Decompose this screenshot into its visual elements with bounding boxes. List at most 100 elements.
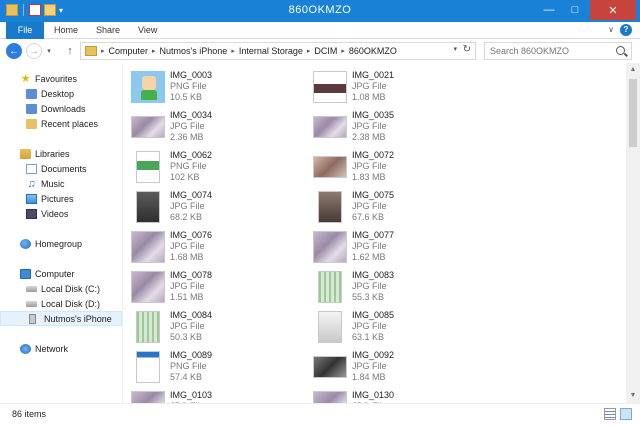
file-tile[interactable]: IMG_0083 JPG File 55.3 KB <box>306 267 486 305</box>
recent-locations-icon[interactable]: ▾ <box>44 43 54 59</box>
file-tile[interactable]: IMG_0074 JPG File 68.2 KB <box>124 187 304 225</box>
file-name: IMG_0062 <box>170 150 213 160</box>
file-tile[interactable]: IMG_0103 JPG File <box>124 387 304 403</box>
close-button[interactable]: ✕ <box>590 0 636 20</box>
nav-label: Homegroup <box>35 238 83 249</box>
file-tile[interactable]: IMG_0021 JPG File 1.08 MB <box>306 67 486 105</box>
file-type: JPG File <box>170 241 205 251</box>
minimize-button[interactable]: — <box>536 0 562 20</box>
nav-local-disk-d[interactable]: Local Disk (D:) <box>0 296 122 311</box>
maximize-button[interactable]: □ <box>562 0 588 20</box>
file-size: 1.62 MB <box>352 252 386 262</box>
file-thumbnail <box>136 191 160 223</box>
tab-file[interactable]: File <box>6 22 44 39</box>
nav-videos[interactable]: Videos <box>0 206 122 221</box>
up-button[interactable]: ↑ <box>62 43 78 59</box>
file-thumbnail <box>136 151 160 183</box>
chevron-right-icon[interactable]: ▸ <box>152 47 156 55</box>
nav-computer[interactable]: Computer <box>0 266 122 281</box>
refresh-icon[interactable]: ↻ <box>463 44 471 55</box>
file-tile[interactable]: IMG_0077 JPG File 1.62 MB <box>306 227 486 265</box>
file-tile[interactable]: IMG_0085 JPG File 63.1 KB <box>306 307 486 345</box>
nav-label: Videos <box>41 208 69 219</box>
file-type: JPG File <box>352 281 387 291</box>
nav-documents[interactable]: Documents <box>0 161 122 176</box>
nav-network[interactable]: Network <box>0 341 122 356</box>
file-tile[interactable]: IMG_0035 JPG File 2.38 MB <box>306 107 486 145</box>
file-tile[interactable]: IMG_0062 PNG File 102 KB <box>124 147 304 185</box>
file-tile[interactable]: IMG_0076 JPG File 1.68 MB <box>124 227 304 265</box>
search-icon[interactable] <box>616 46 625 55</box>
status-bar: 86 items <box>0 403 640 426</box>
item-count: 86 items <box>12 409 47 419</box>
tab-share[interactable]: Share <box>96 22 120 39</box>
nav-music[interactable]: ♫ Music <box>0 176 122 191</box>
file-name: IMG_0075 <box>352 190 395 200</box>
file-tile[interactable]: IMG_0072 JPG File 1.83 MB <box>306 147 486 185</box>
file-size: 1.84 MB <box>352 372 386 382</box>
forward-button[interactable]: → <box>26 43 42 59</box>
tab-view[interactable]: View <box>138 22 157 39</box>
search-box[interactable] <box>484 42 632 60</box>
file-tile[interactable]: IMG_0003 PNG File 10.5 KB <box>124 67 304 105</box>
chevron-right-icon[interactable]: ▸ <box>307 47 311 55</box>
nav-favourites[interactable]: ★ Favourites <box>0 71 122 86</box>
large-icons-view-icon[interactable] <box>620 408 632 420</box>
nav-local-disk-c[interactable]: Local Disk (C:) <box>0 281 122 296</box>
file-tile[interactable]: IMG_0084 JPG File 50.3 KB <box>124 307 304 345</box>
details-view-icon[interactable] <box>604 408 616 420</box>
nav-libraries[interactable]: Libraries <box>0 146 122 161</box>
scroll-down-icon[interactable]: ▼ <box>626 389 640 403</box>
address-bar[interactable]: ▸ Computer ▸ Nutmos's iPhone ▸ Internal … <box>80 42 476 60</box>
breadcrumb-internal-storage[interactable]: Internal Storage <box>239 46 303 56</box>
file-size: 2.38 MB <box>352 132 386 142</box>
file-name: IMG_0083 <box>352 270 395 280</box>
chevron-right-icon[interactable]: ▸ <box>231 47 235 55</box>
file-type: JPG File <box>352 361 387 371</box>
title-bar: ▾ 860OKMZO — □ ✕ <box>0 0 640 22</box>
file-tile[interactable]: IMG_0089 PNG File 57.4 KB <box>124 347 304 385</box>
file-tile[interactable]: IMG_0078 JPG File 1.51 MB <box>124 267 304 305</box>
file-name: IMG_0034 <box>170 110 213 120</box>
nav-label: Pictures <box>41 193 74 204</box>
tab-home[interactable]: Home <box>54 22 78 39</box>
chevron-right-icon[interactable]: ▸ <box>341 47 345 55</box>
breadcrumb-dcim[interactable]: DCIM <box>314 46 337 56</box>
chevron-right-icon[interactable]: ▸ <box>101 47 105 55</box>
file-thumbnail <box>318 191 342 223</box>
file-size: 68.2 KB <box>170 212 203 222</box>
file-tile[interactable]: IMG_0034 JPG File 2.36 MB <box>124 107 304 145</box>
file-name: IMG_0078 <box>170 270 213 280</box>
help-icon[interactable]: ? <box>620 24 632 36</box>
nav-label: Computer <box>35 268 75 279</box>
file-name: IMG_0076 <box>170 230 213 240</box>
file-type: PNG File <box>170 161 207 171</box>
search-input[interactable] <box>485 46 610 56</box>
breadcrumb-iphone[interactable]: Nutmos's iPhone <box>160 46 228 56</box>
file-type: JPG File <box>352 321 387 331</box>
nav-pictures[interactable]: Pictures <box>0 191 122 206</box>
file-thumbnail <box>136 311 160 343</box>
nav-desktop[interactable]: Desktop <box>0 86 122 101</box>
scrollbar-thumb[interactable] <box>629 79 637 147</box>
nav-iphone[interactable]: Nutmos's iPhone <box>0 311 122 326</box>
expand-ribbon-icon[interactable]: ∨ <box>608 25 614 34</box>
nav-downloads[interactable]: Downloads <box>0 101 122 116</box>
file-size: 50.3 KB <box>170 332 203 342</box>
file-type: JPG File <box>352 201 387 211</box>
nav-recent-places[interactable]: Recent places <box>0 116 122 131</box>
navigation-pane: ★ Favourites Desktop Downloads Recent pl… <box>0 63 123 403</box>
breadcrumb-current-folder[interactable]: 860OKMZO <box>349 46 397 56</box>
back-button[interactable]: ← <box>6 43 22 59</box>
nav-homegroup[interactable]: Homegroup <box>0 236 122 251</box>
address-history-icon[interactable]: ▾ <box>453 45 457 53</box>
scroll-up-icon[interactable]: ▲ <box>626 63 640 77</box>
file-tile[interactable]: IMG_0130 JPG File <box>306 387 486 403</box>
breadcrumb-computer[interactable]: Computer <box>109 46 149 56</box>
vertical-scrollbar[interactable]: ▲ ▼ <box>626 63 640 403</box>
file-tile[interactable]: IMG_0075 JPG File 67.6 KB <box>306 187 486 225</box>
file-size: 2.36 MB <box>170 132 204 142</box>
star-icon: ★ <box>20 72 31 85</box>
file-tile[interactable]: IMG_0092 JPG File 1.84 MB <box>306 347 486 385</box>
documents-icon <box>26 163 37 174</box>
